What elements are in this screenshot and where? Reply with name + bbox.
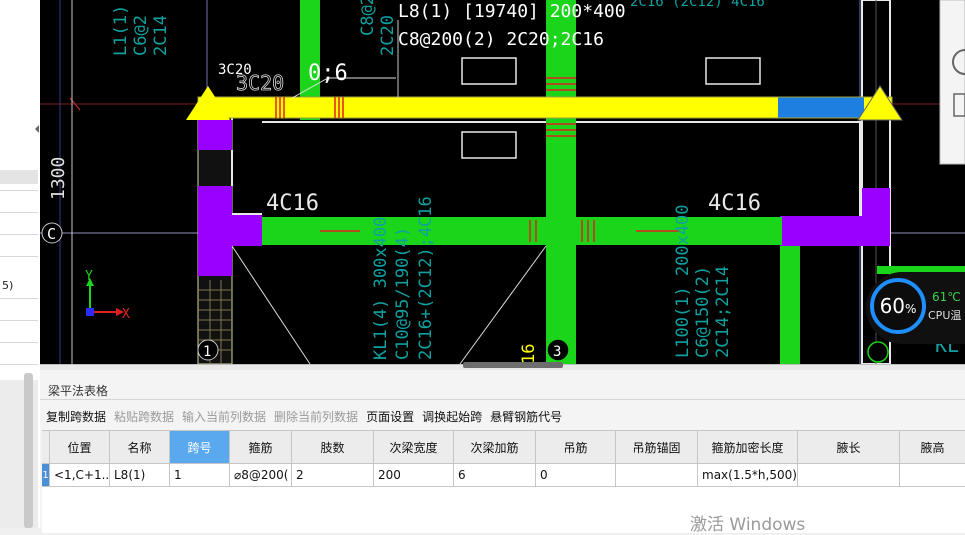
column-block[interactable] (198, 186, 232, 276)
cell-hanger-anchor[interactable] (616, 464, 698, 486)
cell-haunch-length[interactable] (798, 464, 900, 486)
vertical-annotation: L100(1) 200x400 (673, 204, 693, 358)
left-side-panel: 5) (0, 0, 41, 528)
vertical-annotation: 2C14 (151, 15, 171, 56)
cpu-usage-ring: 60% (870, 278, 926, 334)
bottom-rebar-label-left: 4C16 (266, 191, 319, 216)
grid-label-c: C (47, 225, 56, 243)
col-header-span[interactable]: 跨号 (170, 431, 230, 463)
column-block[interactable] (232, 214, 262, 246)
divider (0, 234, 38, 235)
collapse-arrow-icon[interactable] (35, 125, 39, 133)
cpu-label: CPU温 (928, 309, 962, 322)
vertical-annotation: 2C16+(2C12);4C16 (416, 196, 436, 360)
divider (0, 364, 38, 365)
cell-secondary-bars[interactable]: 6 (454, 464, 536, 486)
divider (40, 399, 965, 400)
grid-label-1: 1 (203, 344, 211, 360)
axis-origin-icon (86, 308, 94, 316)
cell-stirrup[interactable]: ⌀8@200( (230, 464, 292, 486)
cell-secondary-width[interactable]: 200 (374, 464, 454, 486)
cell-densify-length[interactable]: max(1.5*h,500) (698, 464, 798, 486)
cpu-percent: 60 (879, 294, 906, 318)
panel-header-strip (0, 170, 38, 184)
cell-hanger[interactable]: 0 (536, 464, 616, 486)
green-beam[interactable] (780, 246, 800, 364)
table-toolbar: 复制跨数据 粘贴跨数据 输入当前列数据 删除当前列数据 页面设置 调换起始跨 悬… (46, 408, 570, 426)
copy-span-button[interactable]: 复制跨数据 (46, 408, 106, 426)
col-header-secondary-bars[interactable]: 次梁加筋 (454, 431, 536, 463)
cantilever-code-button[interactable]: 悬臂钢筋代号 (490, 408, 562, 426)
windows-activation-watermark: 激活 Windows (690, 515, 806, 535)
column-block[interactable] (862, 188, 890, 246)
delete-column-button[interactable]: 删除当前列数据 (274, 408, 358, 426)
selected-beam-end-blue[interactable] (778, 97, 864, 118)
divider (0, 320, 38, 321)
divider (0, 342, 38, 343)
vertical-annotation: C6@2 (131, 15, 151, 56)
cpu-percent-sign: % (905, 302, 917, 316)
beam-annotation-line1: L8(1) [19740] 200*400 (398, 1, 626, 22)
swap-start-span-button[interactable]: 调换起始跨 (422, 408, 482, 426)
top-right-annotation: 2C16 (2C12) 4C16 (630, 0, 765, 10)
vertical-annotation: KL1(4) 300x400 (371, 217, 391, 360)
table-header: 位置 名称 跨号 箍筋 肢数 次梁宽度 次梁加筋 吊筋 吊筋锚固 箍筋加密长度 … (42, 430, 965, 464)
beam-annotation-line2: C8@200(2) 2C20;2C16 (398, 29, 604, 50)
vertical-annotation: 2C14;2C14 (713, 266, 733, 358)
gap-label: 0;6 (308, 61, 348, 86)
cpu-temperature: 61℃ (932, 290, 961, 304)
axis-y-label: Y (85, 269, 93, 284)
table-empty-area (42, 487, 965, 533)
divider (0, 190, 38, 191)
vertical-annotation: C8@2 (358, 0, 378, 36)
bottom-rebar-label-right: 4C16 (708, 191, 761, 216)
col-header-secondary-width[interactable]: 次梁宽度 (374, 431, 454, 463)
view-toolbox[interactable] (939, 0, 965, 165)
col-header-stirrup[interactable]: 箍筋 (230, 431, 292, 463)
axis-x-label: X (122, 307, 130, 322)
col-header-legs[interactable]: 肢数 (292, 431, 374, 463)
vertical-annotation: 16 (519, 344, 539, 364)
input-column-button[interactable]: 输入当前列数据 (182, 408, 266, 426)
col-header-haunch-height[interactable]: 腋高 (900, 431, 965, 463)
col-header-name[interactable]: 名称 (110, 431, 170, 463)
vertical-annotation: L1(1) (111, 5, 131, 56)
row-number[interactable]: 1 (42, 464, 50, 486)
row-header-corner (42, 431, 50, 463)
column-block[interactable] (198, 120, 232, 150)
divider (0, 212, 38, 213)
panel-title: 梁平法表格 (48, 384, 109, 398)
beam-table-panel: 梁平法表格 复制跨数据 粘贴跨数据 输入当前列数据 删除当前列数据 页面设置 调… (40, 370, 965, 533)
col-header-hanger-anchor[interactable]: 吊筋锚固 (616, 431, 698, 463)
paste-span-button[interactable]: 粘贴跨数据 (114, 408, 174, 426)
beam-table: 位置 名称 跨号 箍筋 肢数 次梁宽度 次梁加筋 吊筋 吊筋锚固 箍筋加密长度 … (42, 430, 965, 533)
cell-name[interactable]: L8(1) (110, 464, 170, 486)
selected-beam-yellow[interactable] (198, 97, 778, 118)
col-header-densify-length[interactable]: 箍筋加密长度 (698, 431, 798, 463)
cad-drawing-canvas[interactable]: 1300 L8(1) [19740] 200*400 C8@200(2) 2C2… (40, 0, 965, 364)
green-beam[interactable] (546, 0, 576, 364)
vertical-annotation: C6@150(2) (693, 266, 713, 358)
divider (0, 298, 38, 299)
cpu-monitor-widget[interactable]: 60% 61℃ CPU温 (866, 272, 965, 344)
col-header-haunch-length[interactable]: 腋长 (798, 431, 900, 463)
page-setup-button[interactable]: 页面设置 (366, 408, 414, 426)
vertical-annotation: 2C20 (378, 15, 398, 56)
splitter-handle[interactable] (463, 362, 563, 368)
upper-rebar-label-outline: 3C20 (236, 71, 284, 95)
table-row[interactable]: 1 <1,C+1... L8(1) 1 ⌀8@200( 2 200 6 0 ma… (42, 464, 965, 487)
cell-haunch-height[interactable] (900, 464, 965, 486)
cell-position[interactable]: <1,C+1... (50, 464, 110, 486)
cell-legs[interactable]: 2 (292, 464, 374, 486)
cell-span[interactable]: 1 (170, 464, 230, 486)
col-header-position[interactable]: 位置 (50, 431, 110, 463)
vertical-annotation: C10@95/190(4) (393, 227, 413, 360)
col-header-hanger[interactable]: 吊筋 (536, 431, 616, 463)
grid-label-3: 3 (553, 344, 561, 360)
dimension-text-1300: 1300 (48, 157, 69, 200)
divider (0, 256, 38, 257)
left-panel-scrollbar[interactable] (24, 373, 33, 528)
panel-row-text: 5) (2, 279, 14, 292)
